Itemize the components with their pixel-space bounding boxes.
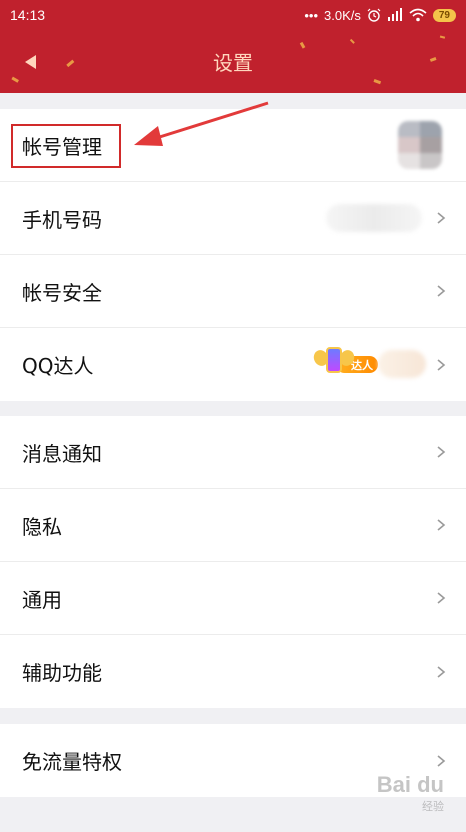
avatar [398,121,442,169]
settings-item-label: QQ达人 [22,354,94,378]
alarm-clock-icon [367,8,381,22]
settings-item-label: 免流量特权 [22,750,122,774]
settings-item-label: 消息通知 [22,441,102,466]
settings-item-label: 手机号码 [22,207,102,232]
settings-item-label: 帐号安全 [22,280,102,305]
settings-item-account-security[interactable]: 帐号安全 [0,255,466,328]
settings-item-label: 帐号管理 [22,134,102,159]
watermark-brand: Bai du [376,772,444,797]
chevron-right-icon [437,358,446,371]
chevron-right-icon [437,212,446,224]
status-bar: 14:13 ••• 3.0K/s 79 [0,0,466,30]
more-dots-icon: ••• [304,7,319,23]
wifi-icon [409,8,427,22]
qq-expert-badge: 达人 [311,344,380,380]
settings-item-phone-number[interactable]: 手机号码 [0,182,466,255]
redacted-expert-value [378,350,426,378]
settings-item-general[interactable]: 通用 [0,562,466,635]
settings-item-qq-expert[interactable]: QQ达人 达人 [0,328,466,401]
settings-item-account-management[interactable]: 帐号管理 [0,109,466,182]
settings-item-notifications[interactable]: 消息通知 [0,416,466,489]
watermark-sub: 经验 [422,801,444,813]
nav-header: 设置 [0,30,466,93]
settings-item-label: 通用 [22,587,62,612]
phone-icon [326,347,342,373]
page-title: 设置 [213,51,253,75]
watermark-logo: Bai du 经验 [377,772,444,814]
network-speed: 3.0K/s [324,7,361,23]
settings-item-label: 辅助功能 [22,661,102,685]
settings-item-accessibility[interactable]: 辅助功能 [0,635,466,708]
chevron-right-icon [437,285,446,297]
chevron-right-icon [437,592,446,604]
signal-icon [387,8,402,21]
chevron-right-icon [437,754,446,767]
redacted-phone-value [326,204,422,232]
status-indicators: ••• 3.0K/s 79 [304,8,456,23]
back-arrow-icon [25,55,36,69]
chevron-right-icon [437,519,446,531]
settings-group-general: 消息通知 隐私 通用 辅助功能 [0,416,466,708]
settings-item-label: 隐私 [22,514,62,539]
status-time: 14:13 [10,7,46,23]
battery-indicator: 79 [432,8,456,22]
chevron-right-icon [437,446,446,458]
settings-group-account: 帐号管理 手机号码 帐号安全 QQ达人 达人 [0,109,466,401]
back-button[interactable] [18,50,42,74]
chevron-right-icon [437,665,446,678]
top-bar: 14:13 ••• 3.0K/s 79 设置 [0,0,466,93]
settings-item-privacy[interactable]: 隐私 [0,489,466,562]
